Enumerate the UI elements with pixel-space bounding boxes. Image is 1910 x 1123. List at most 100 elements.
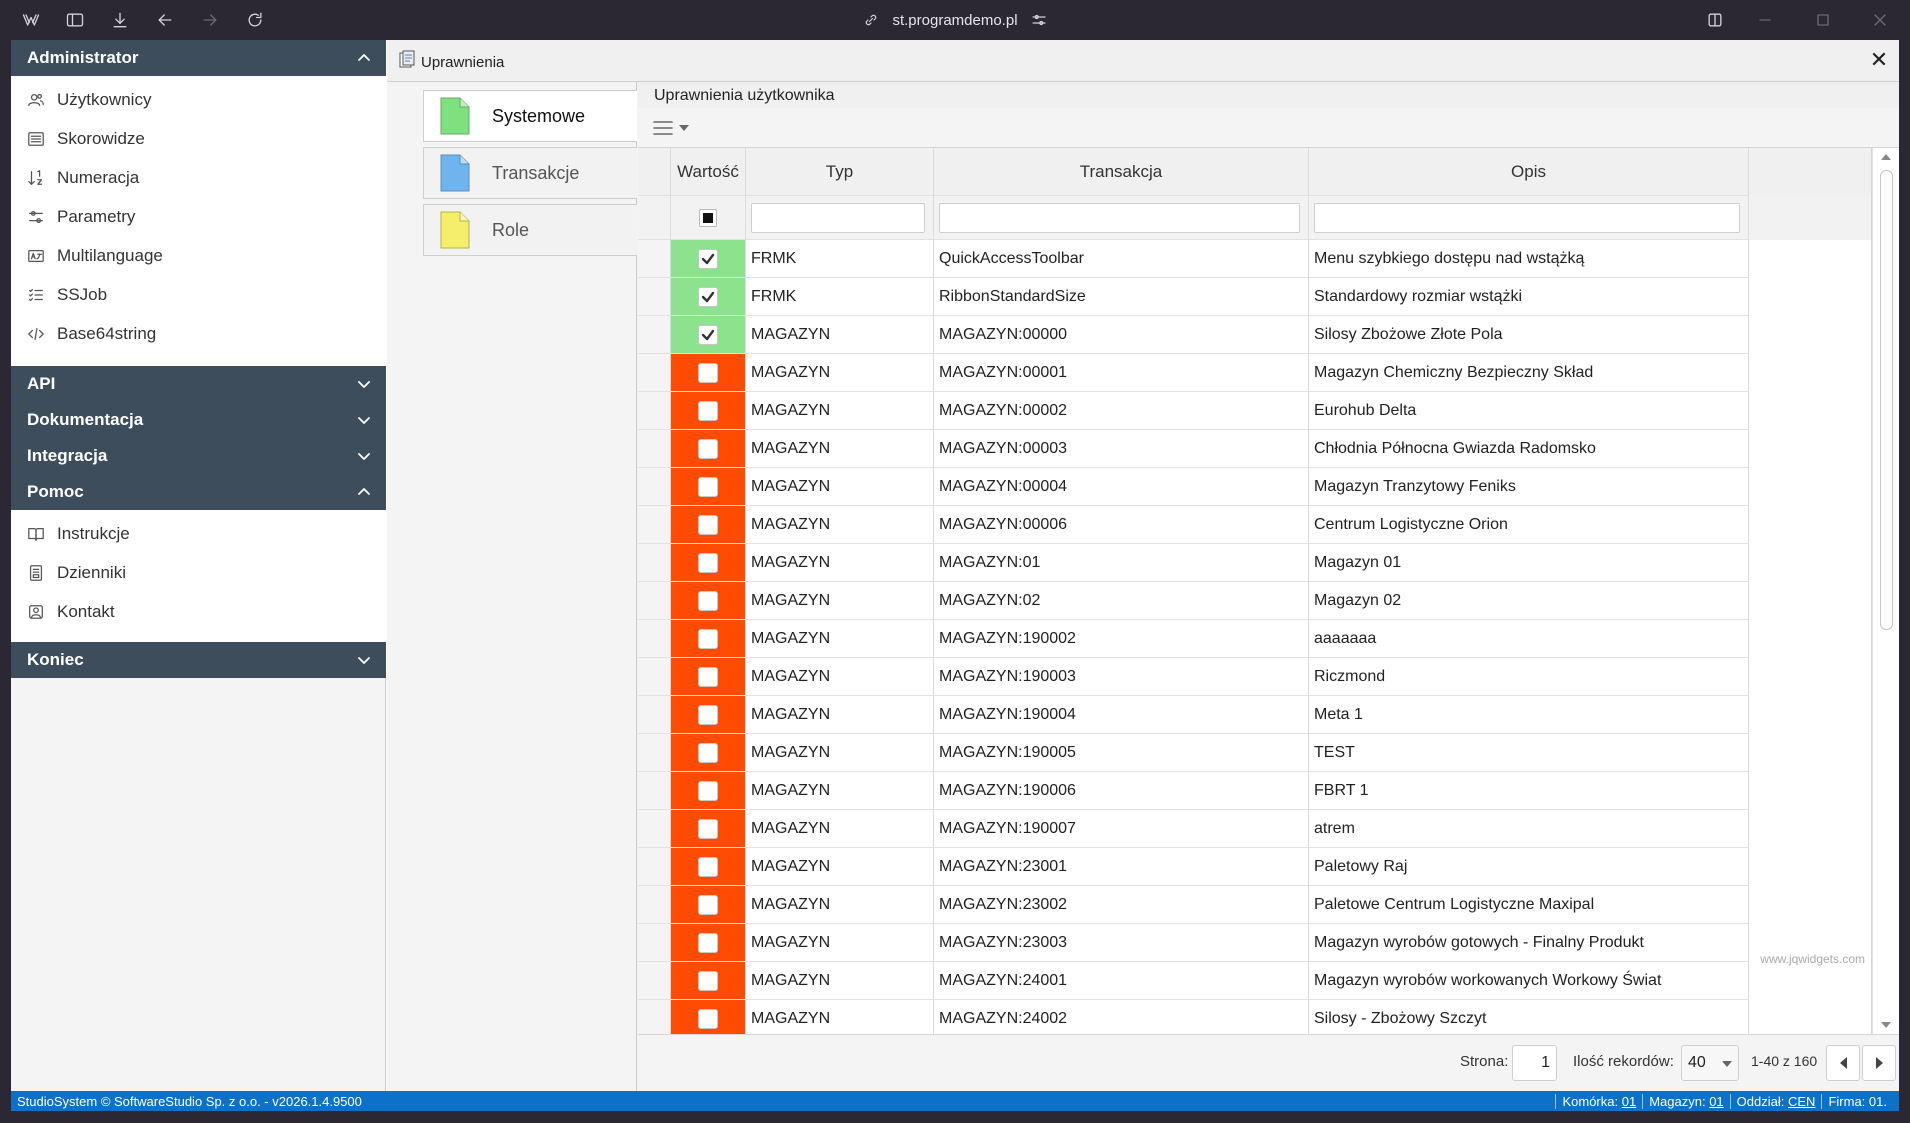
value-cell[interactable] — [671, 468, 746, 506]
checkbox-unchecked[interactable] — [698, 666, 718, 687]
indeterminate-checkbox[interactable] — [699, 208, 717, 227]
checkbox-checked[interactable] — [698, 286, 718, 307]
section-dokumentacja[interactable]: Dokumentacja — [11, 402, 386, 438]
value-cell[interactable] — [671, 1000, 746, 1034]
tab-systemowe[interactable]: Systemowe — [423, 90, 637, 142]
sidebar-item-kontakt[interactable]: Kontakt — [11, 594, 386, 630]
table-row[interactable]: MAGAZYN MAGAZYN:23002 Paletowe Centrum Log… — [638, 886, 1871, 924]
column-header-transakcja[interactable]: Transakcja — [934, 148, 1309, 196]
checkbox-unchecked[interactable] — [698, 476, 718, 497]
window-close-icon[interactable] — [1866, 6, 1894, 34]
page-input[interactable]: 1 — [1512, 1045, 1557, 1081]
value-cell[interactable] — [671, 278, 746, 316]
sidebar-item-dzienniki[interactable]: Dzienniki — [11, 555, 386, 591]
value-cell[interactable] — [671, 506, 746, 544]
site-settings-icon[interactable] — [1030, 11, 1048, 29]
checkbox-unchecked[interactable] — [698, 438, 718, 459]
value-cell[interactable] — [671, 924, 746, 962]
table-row[interactable]: MAGAZYN MAGAZYN:23003 Magazyn wyrobów goto… — [638, 924, 1871, 962]
value-cell[interactable] — [671, 430, 746, 468]
section-pomoc[interactable]: Pomoc — [11, 474, 386, 510]
checkbox-unchecked[interactable] — [698, 894, 718, 915]
table-row[interactable]: MAGAZYN MAGAZYN:190002 aaaaaaa — [638, 620, 1871, 658]
next-page-button[interactable] — [1862, 1045, 1896, 1081]
checkbox-unchecked[interactable] — [698, 628, 718, 649]
previous-page-button[interactable] — [1826, 1045, 1860, 1081]
sidebar-item-base64string[interactable]: Base64string — [11, 316, 386, 352]
section-koniec[interactable]: Koniec — [11, 642, 386, 678]
komorka-link[interactable]: 01 — [1622, 1094, 1636, 1109]
filter-typ-input[interactable] — [751, 202, 925, 233]
table-row[interactable]: MAGAZYN MAGAZYN:00000 Silosy Zbożowe Złote… — [638, 316, 1871, 354]
tab-role[interactable]: Role — [423, 204, 637, 256]
table-row[interactable]: FRMK QuickAccessToolbar Menu szybkiego dos… — [638, 240, 1871, 278]
checkbox-checked[interactable] — [698, 324, 718, 345]
value-cell[interactable] — [671, 848, 746, 886]
section-integracja[interactable]: Integracja — [11, 438, 386, 474]
checkbox-unchecked[interactable] — [698, 552, 718, 573]
table-row[interactable]: MAGAZYN MAGAZYN:00003 Chłodnia Północna Gw… — [638, 430, 1871, 468]
sidebar-item-multilanguage[interactable]: Multilanguage — [11, 238, 386, 274]
tab-transakcje[interactable]: Transakcje — [423, 147, 637, 199]
checkbox-unchecked[interactable] — [698, 856, 718, 877]
value-cell[interactable] — [671, 962, 746, 1000]
table-row[interactable]: MAGAZYN MAGAZYN:190005 TEST — [638, 734, 1871, 772]
checkbox-unchecked[interactable] — [698, 1008, 718, 1029]
address-bar[interactable]: st.programdemo.pl — [830, 6, 1080, 34]
browser-logo-icon[interactable] — [17, 6, 45, 34]
checkbox-unchecked[interactable] — [698, 818, 718, 839]
table-row[interactable]: MAGAZYN MAGAZYN:190003 Riczmond — [638, 658, 1871, 696]
download-icon[interactable] — [106, 6, 134, 34]
page-size-select[interactable]: 40 — [1681, 1045, 1739, 1081]
table-row[interactable]: MAGAZYN MAGAZYN:00001 Magazyn Chemiczny Be… — [638, 354, 1871, 392]
table-row[interactable]: MAGAZYN MAGAZYN:190007 atrem — [638, 810, 1871, 848]
reload-icon[interactable] — [241, 6, 269, 34]
value-cell[interactable] — [671, 696, 746, 734]
table-row[interactable]: MAGAZYN MAGAZYN:00004 Magazyn Tranzytowy F… — [638, 468, 1871, 506]
column-header-wartosc[interactable]: Wartość — [671, 148, 746, 196]
forward-icon[interactable] — [196, 6, 224, 34]
table-row[interactable]: MAGAZYN MAGAZYN:01 Magazyn 01 — [638, 544, 1871, 582]
checkbox-unchecked[interactable] — [698, 514, 718, 535]
value-cell[interactable] — [671, 886, 746, 924]
grid-menu-button[interactable] — [652, 116, 694, 140]
table-row[interactable]: MAGAZYN MAGAZYN:190004 Meta 1 — [638, 696, 1871, 734]
table-row[interactable]: MAGAZYN MAGAZYN:02 Magazyn 02 — [638, 582, 1871, 620]
sidebar-item-numeracja[interactable]: Numeracja — [11, 160, 386, 196]
value-cell[interactable] — [671, 810, 746, 848]
table-row[interactable]: MAGAZYN MAGAZYN:190006 FBRT 1 — [638, 772, 1871, 810]
minimize-icon[interactable] — [1751, 6, 1779, 34]
value-cell[interactable] — [671, 620, 746, 658]
checkbox-unchecked[interactable] — [698, 970, 718, 991]
magazyn-link[interactable]: 01 — [1709, 1094, 1723, 1109]
back-icon[interactable] — [151, 6, 179, 34]
value-cell[interactable] — [671, 354, 746, 392]
table-row[interactable]: FRMK RibbonStandardSize Standardowy rozmia… — [638, 278, 1871, 316]
table-row[interactable]: MAGAZYN MAGAZYN:24002 Silosy - Zbożowy Szc… — [638, 1000, 1871, 1034]
checkbox-unchecked[interactable] — [698, 932, 718, 953]
column-header-opis[interactable]: Opis — [1309, 148, 1749, 196]
split-view-icon[interactable] — [1701, 6, 1729, 34]
oddzial-link[interactable]: CEN — [1788, 1094, 1815, 1109]
checkbox-unchecked[interactable] — [698, 704, 718, 725]
filter-wartosc-checkbox[interactable] — [671, 196, 746, 240]
sidebar-item-parametry[interactable]: Parametry — [11, 199, 386, 235]
sidebar-item-instrukcje[interactable]: Instrukcje — [11, 516, 386, 552]
table-row[interactable]: MAGAZYN MAGAZYN:00002 Eurohub Delta — [638, 392, 1871, 430]
table-row[interactable]: MAGAZYN MAGAZYN:24001 Magazyn wyrobów work… — [638, 962, 1871, 1000]
close-button[interactable]: ✕ — [1867, 48, 1891, 72]
filter-transakcja-input[interactable] — [939, 202, 1300, 233]
checkbox-unchecked[interactable] — [698, 400, 718, 421]
section-api[interactable]: API — [11, 366, 386, 402]
sidebar-item-skorowidze[interactable]: Skorowidze — [11, 121, 386, 157]
value-cell[interactable] — [671, 392, 746, 430]
checkbox-unchecked[interactable] — [698, 590, 718, 611]
sidebar-item-uzytkownicy[interactable]: Użytkownicy — [11, 82, 386, 118]
section-administrator[interactable]: Administrator — [11, 40, 386, 76]
column-header-typ[interactable]: Typ — [746, 148, 934, 196]
table-row[interactable]: MAGAZYN MAGAZYN:00006 Centrum Logistyczne … — [638, 506, 1871, 544]
value-cell[interactable] — [671, 658, 746, 696]
scroll-up-icon[interactable] — [1880, 152, 1892, 162]
value-cell[interactable] — [671, 772, 746, 810]
scrollbar-thumb[interactable] — [1880, 170, 1893, 630]
